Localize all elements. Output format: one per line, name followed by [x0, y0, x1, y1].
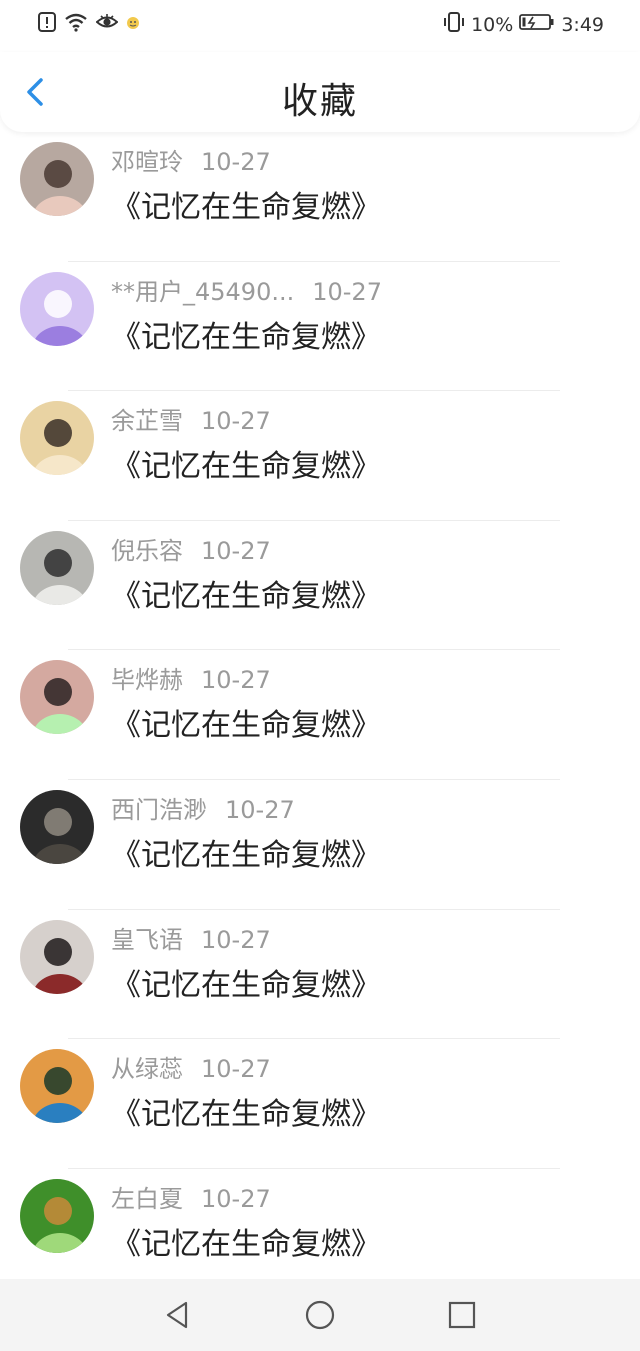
avatar[interactable] [20, 919, 94, 994]
user-name: 皇飞语 [111, 925, 183, 954]
favorite-title: 《记忆在生命复燃》 [111, 967, 381, 1003]
nav-back-button[interactable] [162, 1299, 194, 1331]
wifi-icon [64, 12, 88, 36]
recents-square-icon [446, 1301, 478, 1335]
list-item[interactable]: **用户_45490... 10-27 《记忆在生命复燃》 [0, 262, 640, 392]
list-item-meta: 皇飞语 10-27 [111, 920, 271, 955]
list-item-meta: 毕烨赫 10-27 [111, 660, 271, 695]
nav-home-button[interactable] [304, 1299, 336, 1331]
favorite-date: 10-27 [201, 148, 271, 176]
battery-icon [519, 13, 555, 36]
favorite-date: 10-27 [201, 666, 271, 695]
favorite-date: 10-27 [201, 1184, 271, 1213]
status-bar-left [38, 12, 140, 36]
favorite-title: 《记忆在生命复燃》 [111, 1226, 381, 1262]
list-item[interactable]: 邓暄玲 10-27 《记忆在生命复燃》 [0, 132, 640, 262]
user-name: 西门浩渺 [111, 795, 207, 824]
emoji-icon [126, 15, 140, 34]
favorite-title: 《记忆在生命复燃》 [111, 190, 381, 225]
list-item-meta: 左白夏 10-27 [111, 1179, 271, 1214]
list-item[interactable]: 从绿蕊 10-27 《记忆在生命复燃》 [0, 1039, 640, 1169]
list-item-meta: 从绿蕊 10-27 [111, 1049, 271, 1084]
battery-percent: 10% [471, 13, 514, 36]
avatar[interactable] [20, 660, 94, 735]
avatar[interactable] [20, 530, 94, 605]
eye-icon [95, 13, 119, 35]
list-item[interactable]: 余芷雪 10-27 《记忆在生命复燃》 [0, 391, 640, 521]
page-title: 收藏 [281, 81, 358, 122]
favorite-date: 10-27 [201, 925, 271, 954]
avatar[interactable] [20, 142, 94, 216]
favorites-list: 邓暄玲 10-27 《记忆在生命复燃》 **用户_45490... 10-27 《记忆在生… [0, 132, 640, 1298]
avatar[interactable] [20, 1178, 94, 1253]
list-item-meta: **用户_45490... 10-27 [111, 272, 382, 307]
user-name: **用户_45490... [111, 277, 295, 306]
favorite-date: 10-27 [201, 407, 271, 436]
list-item[interactable]: 西门浩渺 10-27 《记忆在生命复燃》 [0, 780, 640, 910]
user-name: 余芷雪 [111, 407, 183, 436]
list-item[interactable]: 毕烨赫 10-27 《记忆在生命复燃》 [0, 650, 640, 780]
favorite-date: 10-27 [201, 1055, 271, 1084]
avatar[interactable] [20, 271, 94, 346]
avatar[interactable] [20, 789, 94, 864]
favorite-date: 10-27 [312, 277, 382, 306]
avatar[interactable] [20, 401, 94, 476]
list-item[interactable]: 倪乐容 10-27 《记忆在生命复燃》 [0, 521, 640, 651]
user-name: 邓暄玲 [111, 148, 183, 176]
list-item-meta: 余芷雪 10-27 [111, 401, 271, 436]
favorite-date: 10-27 [201, 536, 271, 565]
favorite-title: 《记忆在生命复燃》 [111, 837, 381, 873]
status-time: 3:49 [561, 13, 604, 36]
user-name: 毕烨赫 [111, 666, 183, 695]
favorite-title: 《记忆在生命复燃》 [111, 708, 381, 744]
user-name: 左白夏 [111, 1184, 183, 1213]
favorite-title: 《记忆在生命复燃》 [111, 1097, 381, 1133]
list-item-meta: 倪乐容 10-27 [111, 531, 271, 566]
alert-icon [38, 12, 56, 36]
avatar[interactable] [20, 1049, 94, 1124]
favorite-date: 10-27 [225, 795, 295, 824]
system-nav-bar [0, 1279, 640, 1351]
user-name: 倪乐容 [111, 536, 183, 565]
header: 收藏 [0, 52, 640, 132]
status-bar: 10% 3:49 [0, 0, 640, 52]
user-name: 从绿蕊 [111, 1055, 183, 1084]
vibrate-icon [443, 12, 465, 37]
list-item-meta: 邓暄玲 10-27 [111, 142, 271, 177]
home-circle-icon [304, 1300, 336, 1335]
back-triangle-icon [162, 1301, 194, 1335]
list-item[interactable]: 皇飞语 10-27 《记忆在生命复燃》 [0, 910, 640, 1040]
favorite-title: 《记忆在生命复燃》 [111, 449, 381, 485]
favorite-title: 《记忆在生命复燃》 [111, 319, 381, 355]
status-bar-right: 10% 3:49 [443, 12, 604, 37]
favorite-title: 《记忆在生命复燃》 [111, 578, 381, 614]
nav-recents-button[interactable] [446, 1299, 478, 1331]
list-item-meta: 西门浩渺 10-27 [111, 790, 295, 825]
